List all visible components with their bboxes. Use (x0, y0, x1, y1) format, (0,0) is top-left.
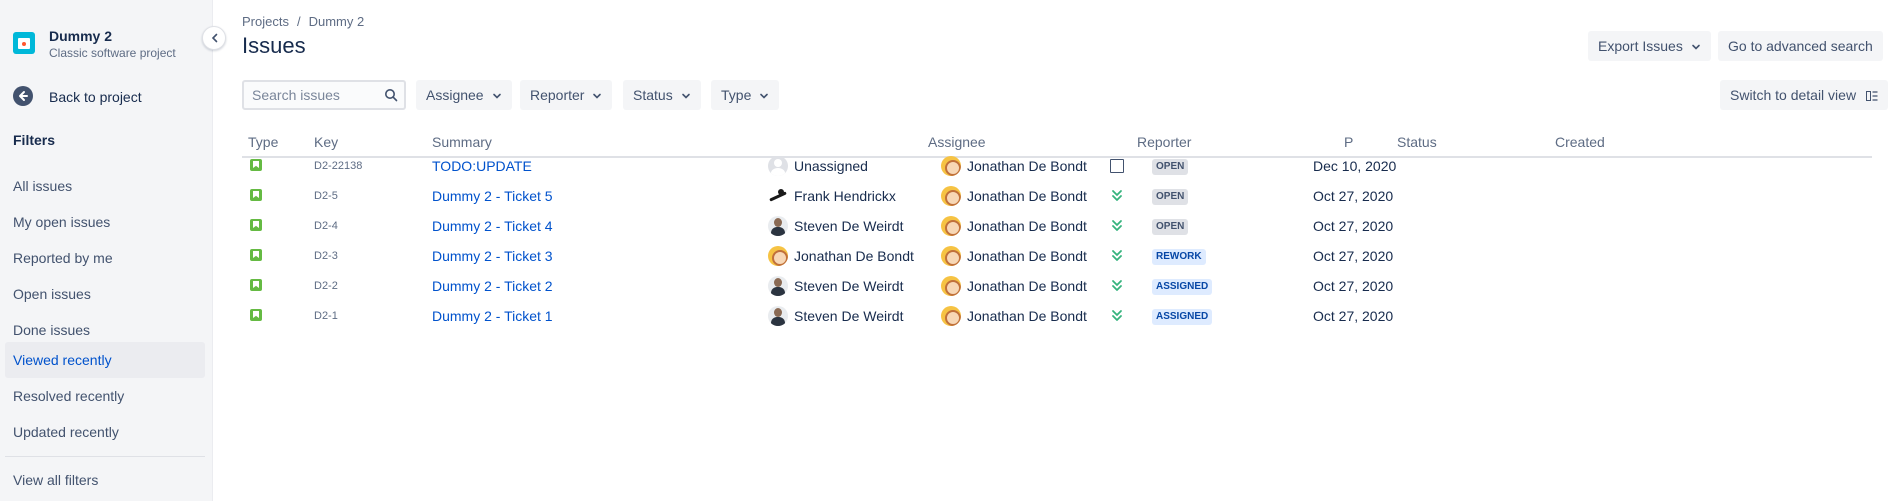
search-box[interactable] (242, 80, 406, 110)
filter-type-button[interactable]: Type (711, 80, 780, 110)
issue-key[interactable]: D2-1 (314, 298, 338, 334)
assignee-avatar (768, 216, 788, 236)
chevron-left-icon (211, 33, 218, 43)
breadcrumb-project[interactable]: Dummy 2 (309, 14, 365, 29)
switch-detail-view-label: Switch to detail view (1730, 87, 1857, 103)
assignee-avatar (768, 186, 788, 206)
detail-view-icon (1865, 91, 1878, 102)
priority-none-checkbox (1110, 159, 1124, 173)
breadcrumb-separator: / (296, 14, 301, 29)
reporter-avatar (941, 246, 961, 266)
status-badge: ASSIGNED (1152, 279, 1213, 295)
issue-summary-link[interactable]: Dummy 2 - Ticket 1 (432, 298, 553, 334)
sidebar-divider (5, 456, 205, 457)
sidebar-item-all-issues[interactable]: All issues (5, 168, 205, 204)
reporter-avatar (941, 186, 961, 206)
reporter-avatar (941, 276, 961, 296)
story-icon (250, 219, 262, 231)
project-calendar-icon (13, 32, 35, 54)
reporter-avatar (941, 156, 961, 176)
filter-reporter-label: Reporter (530, 87, 585, 103)
sidebar: Dummy 2 Classic software project Back to… (0, 0, 213, 501)
filters-heading: Filters (13, 132, 56, 148)
filter-assignee-button[interactable]: Assignee (416, 80, 512, 110)
sidebar-item-resolved-recently[interactable]: Resolved recently (5, 378, 205, 414)
reporter-avatar (941, 216, 961, 236)
table-row[interactable]: D2-1 Dummy 2 - Ticket 1 Steven De Weirdt Jo… (242, 298, 1872, 334)
created-date: Oct 27, 2020 (1313, 308, 1394, 324)
status-badge: OPEN (1152, 189, 1189, 205)
project-header[interactable]: Dummy 2 Classic software project (13, 26, 203, 62)
breadcrumb-projects[interactable]: Projects (242, 14, 289, 29)
status-badge: OPEN (1152, 159, 1189, 175)
search-input[interactable] (252, 86, 382, 104)
story-icon (250, 189, 262, 201)
filter-type-label: Type (721, 87, 752, 103)
filter-reporter-button[interactable]: Reporter (520, 80, 613, 110)
advanced-search-button[interactable]: Go to advanced search (1718, 31, 1883, 61)
filter-assignee-label: Assignee (426, 87, 484, 103)
reporter-avatar (941, 306, 961, 326)
arrow-left-icon (13, 86, 33, 106)
status-badge: REWORK (1152, 249, 1206, 265)
sidebar-item-open-issues[interactable]: Open issues (5, 276, 205, 312)
assignee-avatar (768, 306, 788, 326)
sidebar-item-reported-by-me[interactable]: Reported by me (5, 240, 205, 276)
export-issues-label: Export Issues (1598, 38, 1683, 54)
status-badge: OPEN (1152, 219, 1189, 235)
page-title: Issues (242, 33, 306, 58)
collapse-sidebar-button[interactable] (202, 26, 226, 50)
assignee-avatar (768, 156, 788, 176)
sidebar-item-view-all-filters[interactable]: View all filters (5, 462, 205, 498)
priority-lowest-icon (1111, 219, 1123, 236)
reporter-name: Jonathan De Bondt (967, 308, 1087, 324)
breadcrumb: Projects / Dummy 2 (242, 14, 364, 29)
story-icon (250, 249, 262, 261)
chevron-down-icon (1692, 44, 1700, 50)
priority-lowest-icon (1111, 309, 1123, 326)
sidebar-item-updated-recently[interactable]: Updated recently (5, 414, 205, 450)
chevron-down-icon (681, 93, 690, 99)
back-to-project-link[interactable]: Back to project (13, 86, 203, 108)
back-to-project-label: Back to project (49, 89, 142, 105)
chevron-down-icon (593, 93, 602, 99)
priority-lowest-icon (1111, 279, 1123, 296)
story-icon (250, 309, 262, 321)
search-icon[interactable] (384, 88, 398, 102)
story-icon (250, 279, 262, 291)
export-issues-button[interactable]: Export Issues (1588, 31, 1711, 61)
chevron-down-icon (492, 93, 501, 99)
priority-lowest-icon (1111, 189, 1123, 206)
project-type: Classic software project (49, 46, 176, 60)
status-badge: ASSIGNED (1152, 309, 1213, 325)
project-name: Dummy 2 (49, 28, 113, 44)
assignee-avatar (768, 276, 788, 296)
sidebar-item-my-open-issues[interactable]: My open issues (5, 204, 205, 240)
chevron-down-icon (760, 93, 769, 99)
assignee-avatar (768, 246, 788, 266)
sidebar-item-viewed-recently[interactable]: Viewed recently (5, 342, 205, 378)
story-icon (250, 159, 262, 171)
filter-status-label: Status (633, 87, 673, 103)
assignee-name: Steven De Weirdt (794, 308, 904, 324)
switch-detail-view-button[interactable]: Switch to detail view (1720, 80, 1888, 110)
priority-lowest-icon (1111, 249, 1123, 266)
filter-status-button[interactable]: Status (623, 80, 701, 110)
